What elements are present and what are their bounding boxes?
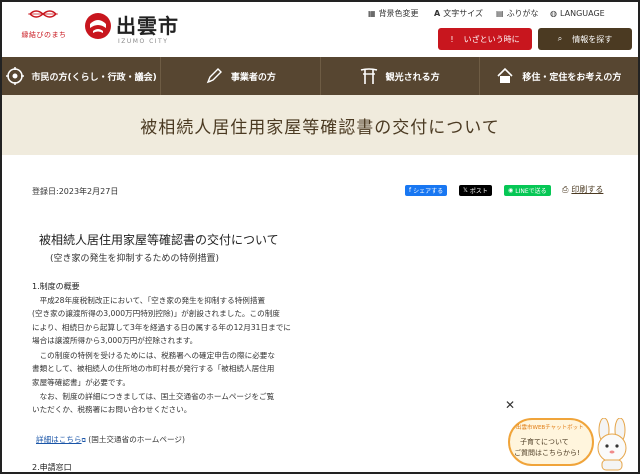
paragraph: この制度の特例を受けるためには、税務署への確定申告の際に必要な 書類として、被相… [32,351,275,387]
x-icon: 𝕏 [463,187,468,194]
city-name-en: IZUMO CITY [118,38,169,45]
city-logo[interactable]: 出雲市 IZUMO CITY [84,8,184,48]
site-header: 縁結びのまち 出雲市 IZUMO CITY ▦ 背景色変更 A 文字サイズ ▤ … [2,2,638,57]
share-line-button[interactable]: ◉ LINEで送る [504,185,551,196]
palette-icon: ▦ [368,8,376,18]
link-note: (国土交通省のホームページ) [88,435,185,444]
text-size-button[interactable]: A 文字サイズ [434,6,483,20]
chatbot-text-line: ご質問はこちらから! [514,449,580,457]
search-info-button[interactable]: ⌕ 情報を探す [538,28,632,50]
close-icon[interactable]: ✕ [505,398,515,412]
city-emblem-icon [85,13,111,39]
nav-label: 事業者の方 [230,72,276,83]
external-link-icon: ⧉ [81,437,86,444]
chatbot-widget[interactable]: 出雲市WEBチャットボット 子育てについて ご質問はこちらから! [508,418,636,472]
house-icon [497,67,513,83]
nav-item-relocation[interactable]: 移住・定住をお考えの方 [480,57,638,95]
printer-icon: ⎙ [562,184,569,194]
globe-icon: ◍ [550,8,557,18]
article-title: 被相続人居住用家屋等確認書の交付について [39,233,279,247]
external-link-row: 詳細はこちら⧉ (国土交通省のホームページ) [36,434,185,445]
slogan-logo[interactable]: 縁結びのまち [12,8,76,44]
paragraph: 平成28年度税制改正において、「空き家の発生を抑制する特例措置 (空き家の譲渡所… [32,296,291,345]
line-icon: ◉ [508,187,514,194]
alert-icon: ! [450,34,454,44]
rabbit-mascot-icon [597,418,627,471]
nav-item-tourism[interactable]: 観光される方 [321,57,480,95]
mlit-detail-link[interactable]: 詳細はこちら [36,435,82,444]
furigana-button[interactable]: ▤ ふりがな [496,6,539,20]
page-frame: 縁結びのまち 出雲市 IZUMO CITY ▦ 背景色変更 A 文字サイズ ▤ … [0,0,640,474]
nav-label: 移住・定住をお考えの方 [522,72,622,83]
emergency-button[interactable]: ! いざという時に [438,28,532,50]
global-nav: 市民の方(くらし・行政・議会) 事業者の方 観光される方 移住・定住をお考えの方 [2,57,638,95]
chatbot-text-line: 子育てについて [520,438,569,446]
language-button[interactable]: ◍ LANGUAGE [550,6,605,20]
furigana-icon: ▤ [496,8,504,18]
pen-icon [206,68,222,84]
slogan-text: 縁結びのまち [21,31,67,39]
chatbot-heading: 出雲市WEBチャットボット [516,425,584,431]
share-facebook-button[interactable]: f シェアする [405,185,448,196]
text-size-icon: A [434,8,441,18]
registration-date: 登録日:2023年2月27日 [32,187,119,196]
background-color-button[interactable]: ▦ 背景色変更 [368,6,419,20]
print-button[interactable]: ⎙ 印刷する [562,184,603,195]
nav-item-business[interactable]: 事業者の方 [161,57,321,95]
nav-label: 観光される方 [385,72,440,83]
page-title-banner: 被相続人居住用家屋等確認書の交付について [2,95,638,155]
gear-icon [5,67,24,85]
section-heading: 1.制度の概要 [32,282,80,291]
nav-label: 市民の方(くらし・行政・議会) [31,72,157,83]
share-x-button[interactable]: 𝕏 ポスト [459,185,492,196]
search-icon: ⌕ [557,34,563,43]
torii-icon [360,68,377,84]
ribbon-icon [28,10,58,18]
city-name: 出雲市 [116,14,179,38]
paragraph: なお、制度の詳細につきましては、国土交通省のホームページをご覧 いただくか、税務… [32,392,275,415]
section-heading: 2.申請窓口 [32,463,72,472]
page-title: 被相続人居住用家屋等確認書の交付について [140,117,500,138]
nav-item-residents[interactable]: 市民の方(くらし・行政・議会) [2,57,162,95]
article-subtitle: (空き家の発生を抑制するための特例措置) [50,254,220,264]
facebook-icon: f [409,187,412,194]
